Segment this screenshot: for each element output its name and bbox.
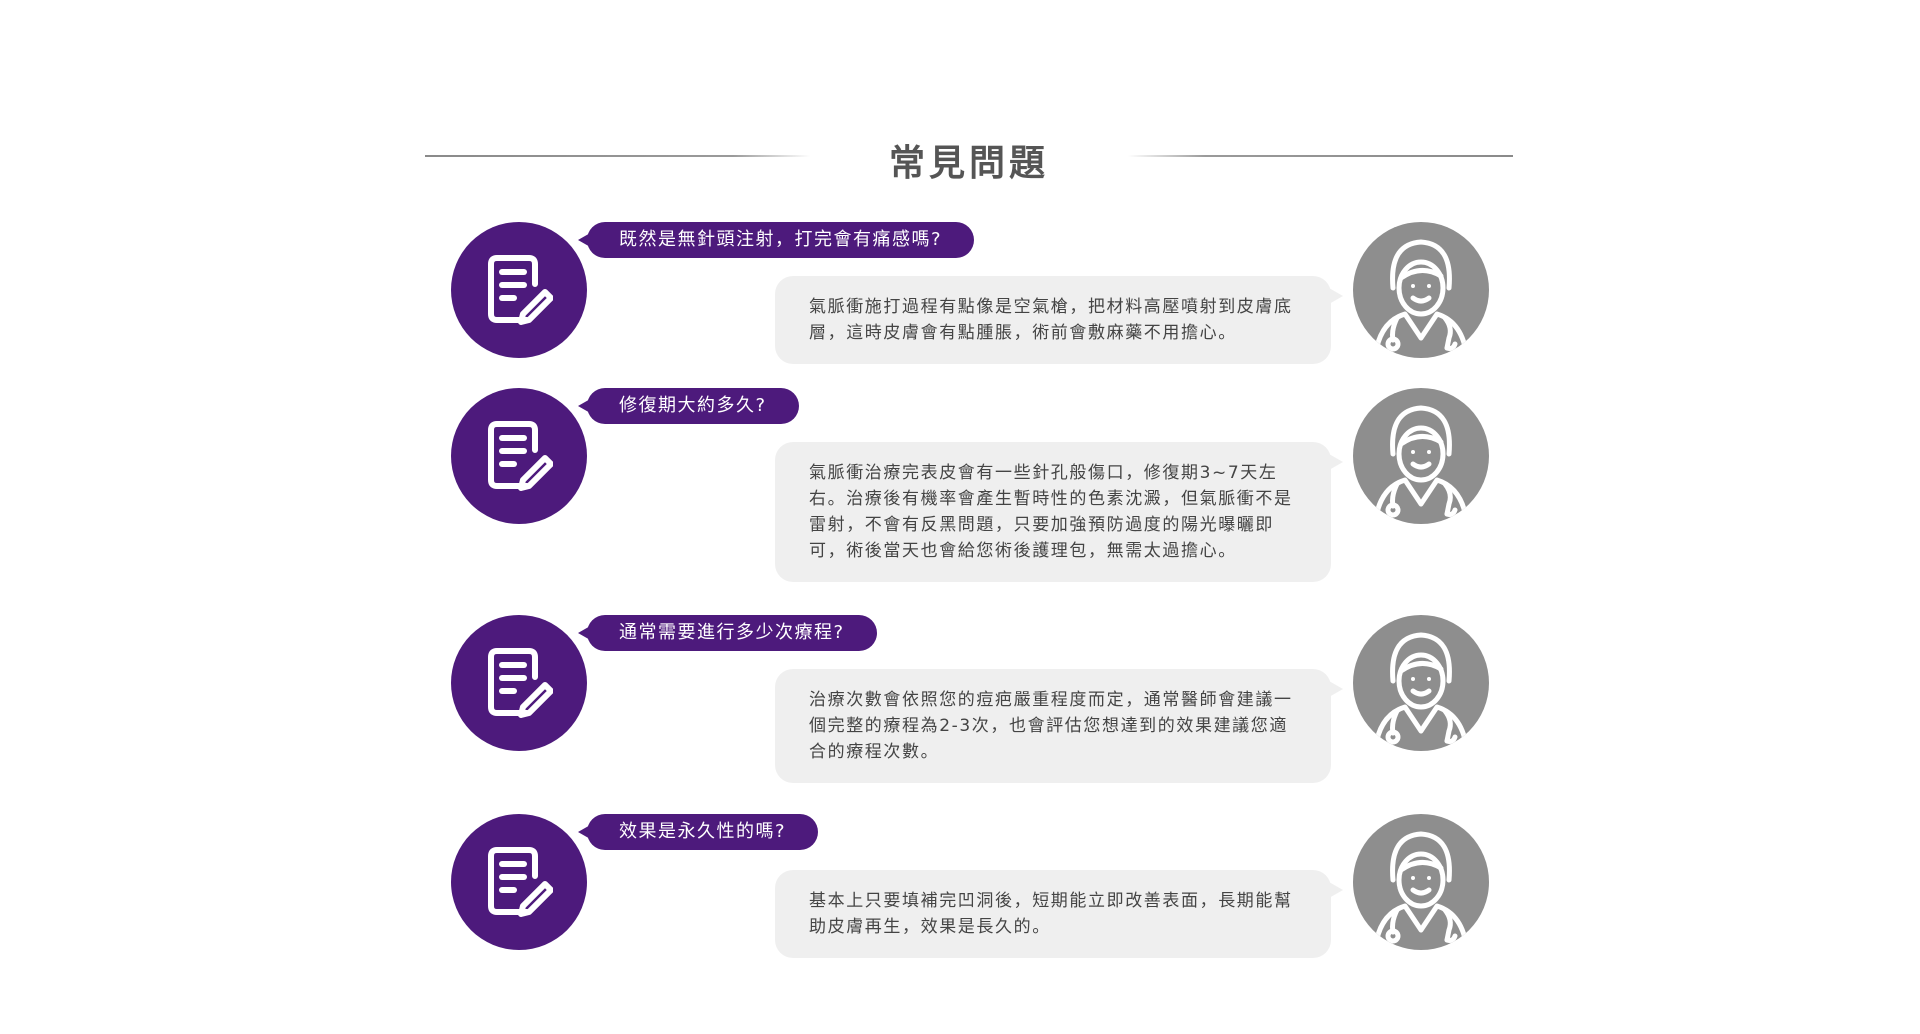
doctor-icon — [1372, 831, 1470, 950]
question-avatar — [451, 615, 587, 751]
answer-bubble: 氣脈衝治療完表皮會有一些針孔般傷口，修復期3~7天左右。治療後有機率會產生暫時性… — [775, 442, 1343, 582]
question-bubble: 通常需要進行多少次療程? — [578, 615, 877, 651]
faq-item: 通常需要進行多少次療程? 治療次數會依照您的痘疤嚴重程度而定，通常醫師會建議一個… — [451, 615, 1489, 785]
faq-item: 既然是無針頭注射，打完會有痛感嗎? 氣脈衝施打過程有點像是空氣槍，把材料高壓噴射… — [451, 222, 1489, 372]
title-row: 常見問題 — [425, 120, 1513, 190]
document-edit-icon — [488, 847, 553, 917]
faq-item: 效果是永久性的嗎? 基本上只要填補完凹洞後，短期能立即改善表面，長期能幫助皮膚再… — [451, 814, 1489, 964]
answer-bubble: 治療次數會依照您的痘疤嚴重程度而定，通常醫師會建議一個完整的療程為2-3次，也會… — [775, 669, 1343, 783]
document-edit-icon — [488, 648, 553, 718]
answer-bubble: 基本上只要填補完凹洞後，短期能立即改善表面，長期能幫助皮膚再生，效果是長久的。 — [775, 870, 1343, 958]
faq-item: 修復期大約多久? 氣脈衝治療完表皮會有一些針孔般傷口，修復期3~7天左右。治療後… — [451, 388, 1489, 588]
doctor-avatar — [1353, 388, 1489, 524]
document-edit-icon — [488, 255, 553, 325]
doctor-icon — [1372, 239, 1470, 358]
faq-page: 常見問題 既然是無針頭注射，打完會有痛感嗎? 氣脈衝施打過程有點像是空氣槍，把材… — [0, 0, 1920, 1034]
document-edit-icon — [488, 421, 553, 491]
question-avatar — [451, 814, 587, 950]
doctor-icon — [1372, 405, 1470, 524]
question-bubble: 既然是無針頭注射，打完會有痛感嗎? — [577, 222, 975, 258]
page-title: 常見問題 — [888, 143, 1049, 184]
question-bubble: 修復期大約多久? — [578, 388, 799, 424]
doctor-avatar — [1353, 814, 1489, 950]
doctor-icon — [1372, 632, 1470, 751]
title-divider-right — [1128, 155, 1513, 157]
doctor-avatar — [1353, 222, 1489, 358]
doctor-avatar — [1353, 615, 1489, 751]
question-avatar — [451, 388, 587, 524]
answer-bubble: 氣脈衝施打過程有點像是空氣槍，把材料高壓噴射到皮膚底層，這時皮膚會有點腫脹，術前… — [775, 276, 1343, 364]
question-bubble: 效果是永久性的嗎? — [577, 814, 819, 850]
question-avatar — [451, 222, 587, 358]
